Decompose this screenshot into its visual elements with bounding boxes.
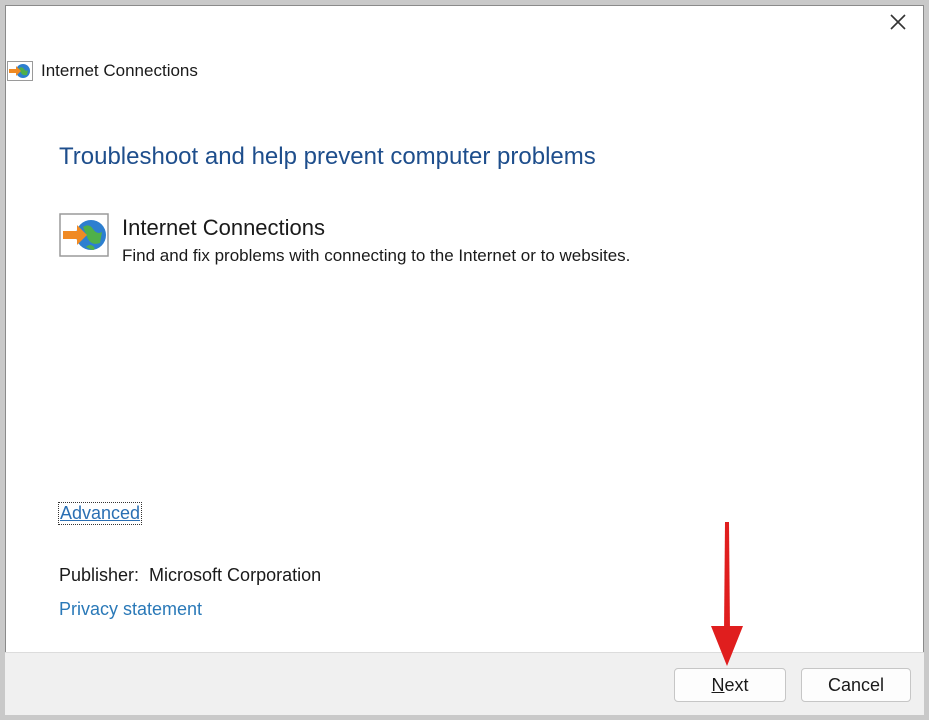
next-button-access-key: N (711, 674, 725, 695)
item-text: Internet Connections Find and fix proble… (122, 213, 630, 269)
publisher-line: Publisher: Microsoft Corporation (59, 565, 321, 586)
privacy-statement-link[interactable]: Privacy statement (59, 599, 202, 620)
advanced-link[interactable]: Advanced (57, 502, 143, 525)
troubleshooter-window: Internet Connections Troubleshoot and he… (0, 0, 929, 720)
troubleshooter-item: Internet Connections Find and fix proble… (59, 213, 630, 269)
item-description: Find and fix problems with connecting to… (122, 246, 631, 265)
next-button-label: ext (724, 674, 749, 695)
next-button[interactable]: Next (674, 668, 786, 702)
window-title-bar: Internet Connections (7, 59, 198, 83)
window-title: Internet Connections (41, 61, 198, 80)
button-bar: Next Cancel (5, 652, 924, 715)
page-heading: Troubleshoot and help prevent computer p… (59, 143, 596, 170)
internet-connections-icon (59, 213, 109, 257)
publisher-label: Publisher: (59, 565, 140, 585)
close-icon (889, 13, 907, 36)
internet-connections-icon (7, 61, 33, 81)
close-button[interactable] (880, 9, 916, 39)
publisher-value: Microsoft Corporation (149, 565, 322, 585)
cancel-button[interactable]: Cancel (801, 668, 911, 702)
item-title: Internet Connections (122, 215, 326, 240)
